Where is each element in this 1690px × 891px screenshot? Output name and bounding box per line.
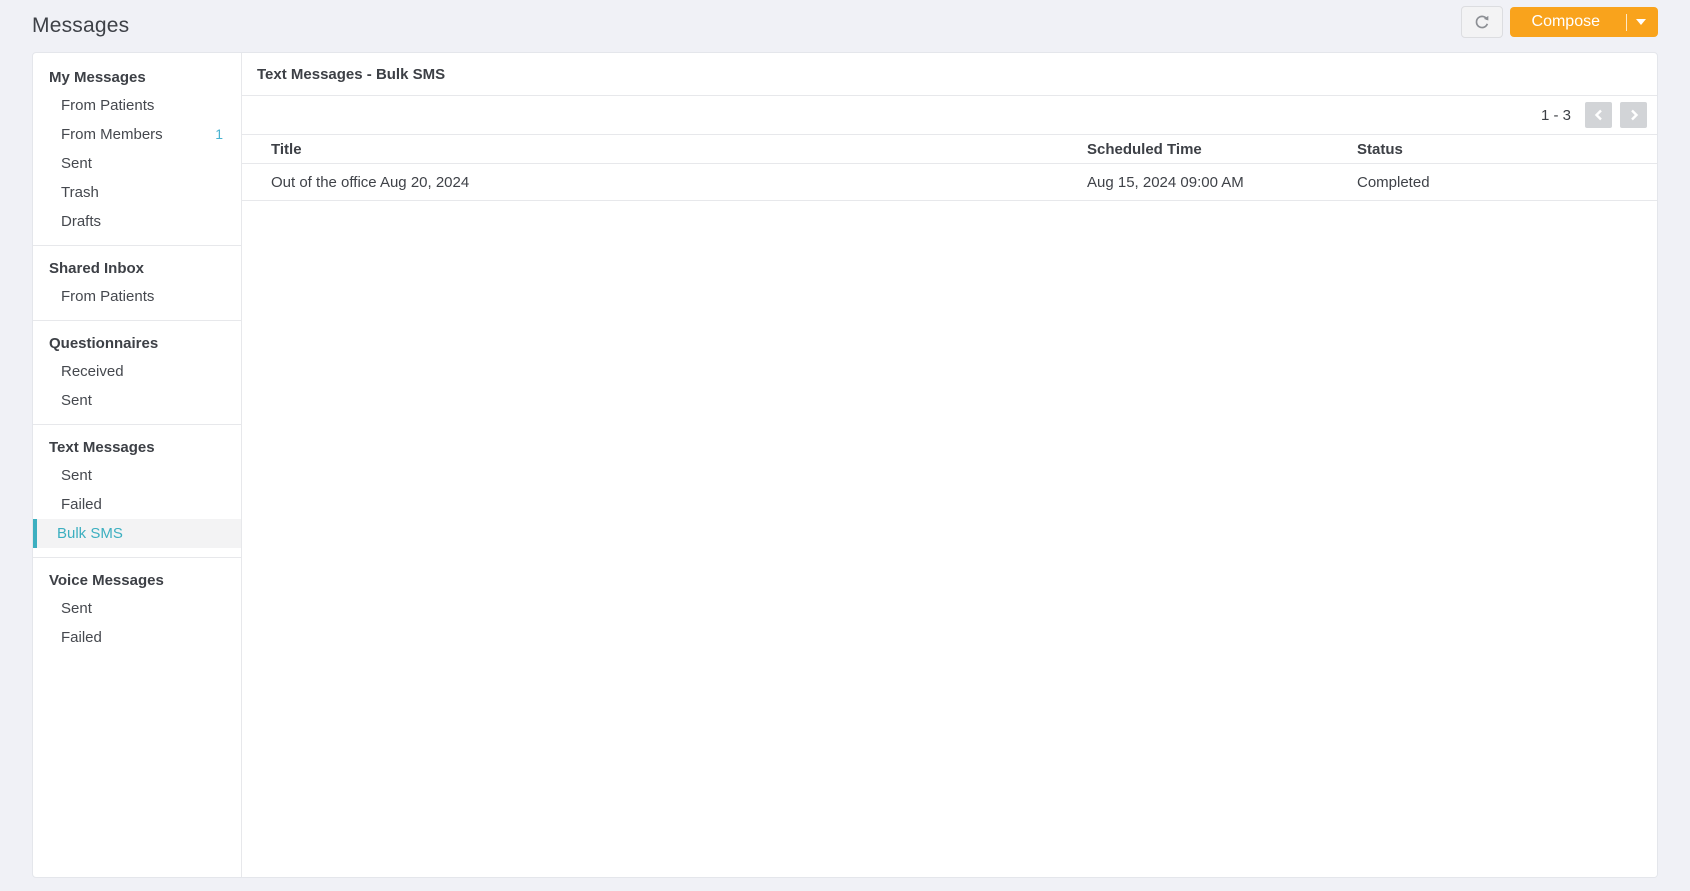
- page-title: Messages: [32, 14, 130, 37]
- sidebar-item-text-messages-failed[interactable]: Failed: [33, 490, 241, 519]
- sidebar-item-questionnaires-sent[interactable]: Sent: [33, 386, 241, 415]
- refresh-button[interactable]: [1460, 6, 1503, 38]
- column-header-title: Title: [271, 140, 302, 158]
- sidebar-item-label: From Members: [61, 126, 163, 143]
- cell-scheduled-time: Aug 15, 2024 09:00 AM: [1087, 173, 1244, 191]
- main-panel-title: Text Messages - Bulk SMS: [242, 53, 1657, 96]
- sidebar-item-text-messages-sent[interactable]: Sent: [33, 461, 241, 490]
- compose-label: Compose: [1531, 13, 1600, 30]
- pagination: 1 - 3: [242, 96, 1657, 134]
- sidebar-item-label: Sent: [61, 392, 92, 409]
- table-body: Out of the office Aug 20, 2024 Aug 15, 20…: [242, 164, 1657, 201]
- sidebar-section-header: My Messages: [49, 69, 146, 86]
- sidebar-item-label: Sent: [61, 155, 92, 172]
- refresh-icon: [1472, 12, 1492, 32]
- page-header: Messages: [0, 0, 1690, 52]
- sidebar-item-label: Sent: [61, 600, 92, 617]
- table-empty-area: [242, 201, 1657, 877]
- pagination-range: 1 - 3: [1540, 106, 1571, 124]
- sidebar-item-label: Failed: [61, 629, 102, 646]
- pagination-next-button[interactable]: [1620, 102, 1647, 128]
- sidebar-section-shared-inbox: Shared Inbox From Patients: [33, 246, 241, 321]
- sidebar-item-label: From Patients: [61, 97, 155, 114]
- compose-split-divider: [1626, 13, 1627, 31]
- sidebar-section-questionnaires: Questionnaires Received Sent: [33, 321, 241, 425]
- sidebar: My Messages From Patients From Members 1 Sen…: [33, 53, 242, 877]
- sidebar-item-label: Trash: [61, 184, 99, 201]
- sidebar-item-voice-messages-failed[interactable]: Failed: [33, 623, 241, 652]
- messages-card: My Messages From Patients From Members 1 Sen…: [32, 52, 1658, 878]
- chevron-right-icon: [1628, 109, 1640, 121]
- table-header-row: Title Scheduled Time Status: [242, 134, 1657, 164]
- chevron-left-icon: [1593, 109, 1605, 121]
- sidebar-section-header: Text Messages: [49, 439, 155, 456]
- sidebar-item-my-messages-from-members[interactable]: From Members 1: [33, 120, 241, 149]
- sidebar-section-my-messages: My Messages From Patients From Members 1 Sen…: [33, 55, 241, 246]
- sidebar-item-label: Drafts: [61, 213, 102, 230]
- sidebar-item-my-messages-drafts[interactable]: Drafts: [33, 207, 241, 236]
- compose-button[interactable]: Compose: [1509, 7, 1658, 37]
- sidebar-section-header: Shared Inbox: [49, 260, 145, 277]
- sidebar-item-my-messages-trash[interactable]: Trash: [33, 178, 241, 207]
- sidebar-item-questionnaires-received[interactable]: Received: [33, 357, 241, 386]
- table-row[interactable]: Out of the office Aug 20, 2024 Aug 15, 20…: [242, 164, 1657, 201]
- sidebar-section-header: Voice Messages: [49, 572, 164, 589]
- pagination-prev-button[interactable]: [1585, 102, 1612, 128]
- main-panel: Text Messages - Bulk SMS 1 - 3 Title Sch…: [242, 53, 1657, 877]
- toolbar: Compose: [1460, 6, 1658, 38]
- sidebar-item-label: Failed: [61, 496, 102, 513]
- sidebar-item-my-messages-sent[interactable]: Sent: [33, 149, 241, 178]
- sidebar-item-voice-messages-sent[interactable]: Sent: [33, 594, 241, 623]
- sidebar-item-my-messages-from-patients[interactable]: From Patients: [33, 91, 241, 120]
- sidebar-item-label: Sent: [61, 467, 92, 484]
- sidebar-section-header: Questionnaires: [49, 335, 159, 352]
- sidebar-item-shared-inbox-from-patients[interactable]: From Patients: [33, 282, 241, 311]
- cell-status: Completed: [1357, 173, 1430, 191]
- sidebar-section-text-messages: Text Messages Sent Failed Bulk SMS: [33, 425, 241, 558]
- sidebar-item-label: Received: [61, 363, 124, 380]
- sidebar-item-label: Bulk SMS: [57, 525, 123, 542]
- cell-title: Out of the office Aug 20, 2024: [271, 173, 470, 191]
- column-header-status: Status: [1357, 140, 1403, 158]
- column-header-scheduled-time: Scheduled Time: [1087, 140, 1202, 158]
- unread-count-badge: 1: [215, 126, 223, 142]
- sidebar-section-voice-messages: Voice Messages Sent Failed: [33, 558, 241, 661]
- sidebar-item-text-messages-bulk-sms[interactable]: Bulk SMS: [33, 519, 241, 548]
- sidebar-item-label: From Patients: [61, 288, 155, 305]
- caret-down-icon[interactable]: [1636, 19, 1646, 25]
